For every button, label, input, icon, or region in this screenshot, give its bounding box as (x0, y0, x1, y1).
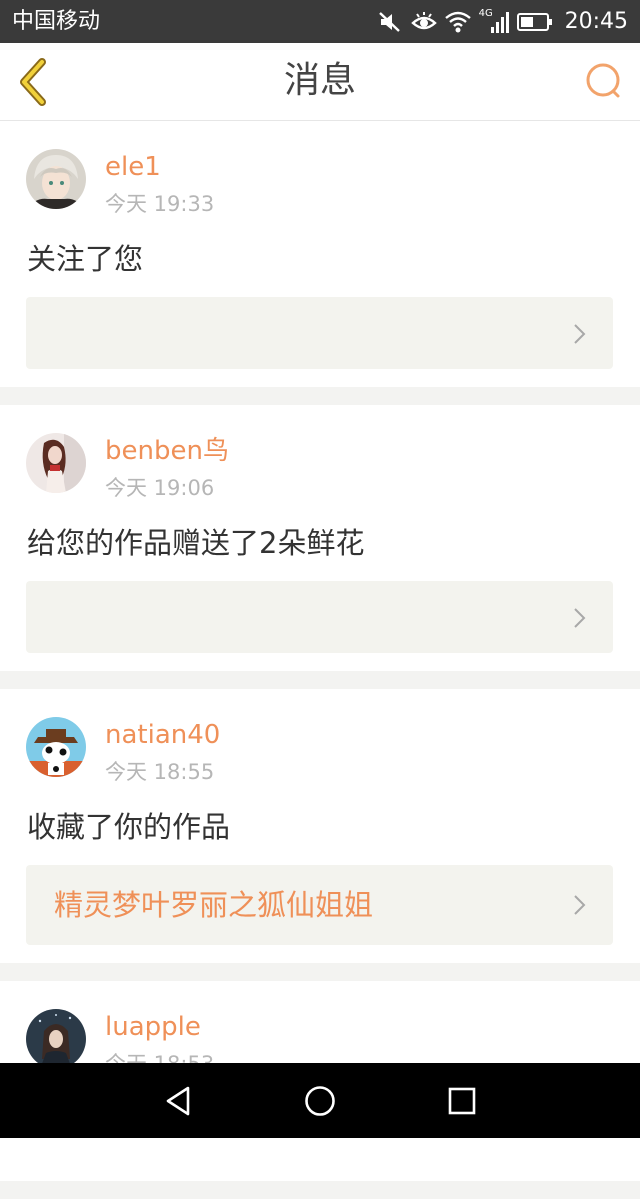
message-card[interactable]: natian40 今天 18:55 收藏了你的作品 精灵梦叶罗丽之狐仙姐姐 (0, 689, 640, 963)
nav-home-button[interactable] (302, 1083, 338, 1119)
nav-back-button[interactable] (160, 1083, 196, 1119)
timestamp: 今天 19:06 (105, 476, 215, 500)
username[interactable]: natian40 (105, 719, 220, 751)
carrier-name: 中国移动 (12, 9, 101, 34)
work-link[interactable] (26, 581, 613, 653)
header-bar: 消息 (0, 43, 640, 121)
system-nav-bar (0, 1063, 640, 1138)
message-card[interactable]: benben鸟 今天 19:06 给您的作品赠送了2朵鲜花 (0, 405, 640, 671)
avatar[interactable] (26, 1009, 86, 1069)
work-link[interactable]: 精灵梦叶罗丽之狐仙姐姐 (26, 865, 613, 945)
home-circle-icon (305, 1086, 335, 1116)
status-icons: 4G 20:45 (377, 6, 628, 37)
message-list: ele1 今天 19:33 关注了您 benben鸟 今天 19:06 给您的作… (0, 121, 640, 1199)
timestamp: 今天 19:33 (105, 192, 215, 216)
username[interactable]: luapple (105, 1011, 201, 1043)
search-icon (586, 63, 620, 98)
action-text: 给您的作品赠送了2朵鲜花 (27, 526, 365, 560)
search-button[interactable] (584, 61, 624, 101)
username[interactable]: benben鸟 (105, 435, 229, 467)
recents-square-icon (448, 1087, 476, 1115)
back-triangle-icon (166, 1086, 190, 1116)
action-text: 收藏了你的作品 (27, 810, 231, 844)
work-link[interactable] (26, 297, 613, 369)
message-card[interactable]: ele1 今天 19:33 关注了您 (0, 121, 640, 387)
avatar[interactable] (26, 717, 86, 777)
username[interactable]: ele1 (105, 151, 161, 183)
timestamp: 今天 18:55 (105, 760, 215, 784)
nav-recents-button[interactable] (444, 1083, 480, 1119)
mute-icon (377, 10, 403, 34)
work-title: 精灵梦叶罗丽之狐仙姐姐 (54, 888, 374, 922)
network-type: 4G (478, 7, 493, 19)
avatar[interactable] (26, 149, 86, 209)
status-bar: 中国移动 4G 20:45 (0, 0, 640, 43)
chevron-right-icon (574, 895, 586, 915)
chevron-right-icon (574, 324, 586, 344)
battery-icon (516, 12, 553, 32)
action-text: 关注了您 (27, 242, 144, 276)
eye-icon (410, 11, 437, 33)
clock: 20:45 (564, 9, 628, 34)
avatar[interactable] (26, 433, 86, 493)
page-title: 消息 (283, 60, 356, 101)
signal-icon: 4G (478, 7, 509, 34)
wifi-icon (444, 11, 471, 33)
chevron-right-icon (574, 608, 586, 628)
